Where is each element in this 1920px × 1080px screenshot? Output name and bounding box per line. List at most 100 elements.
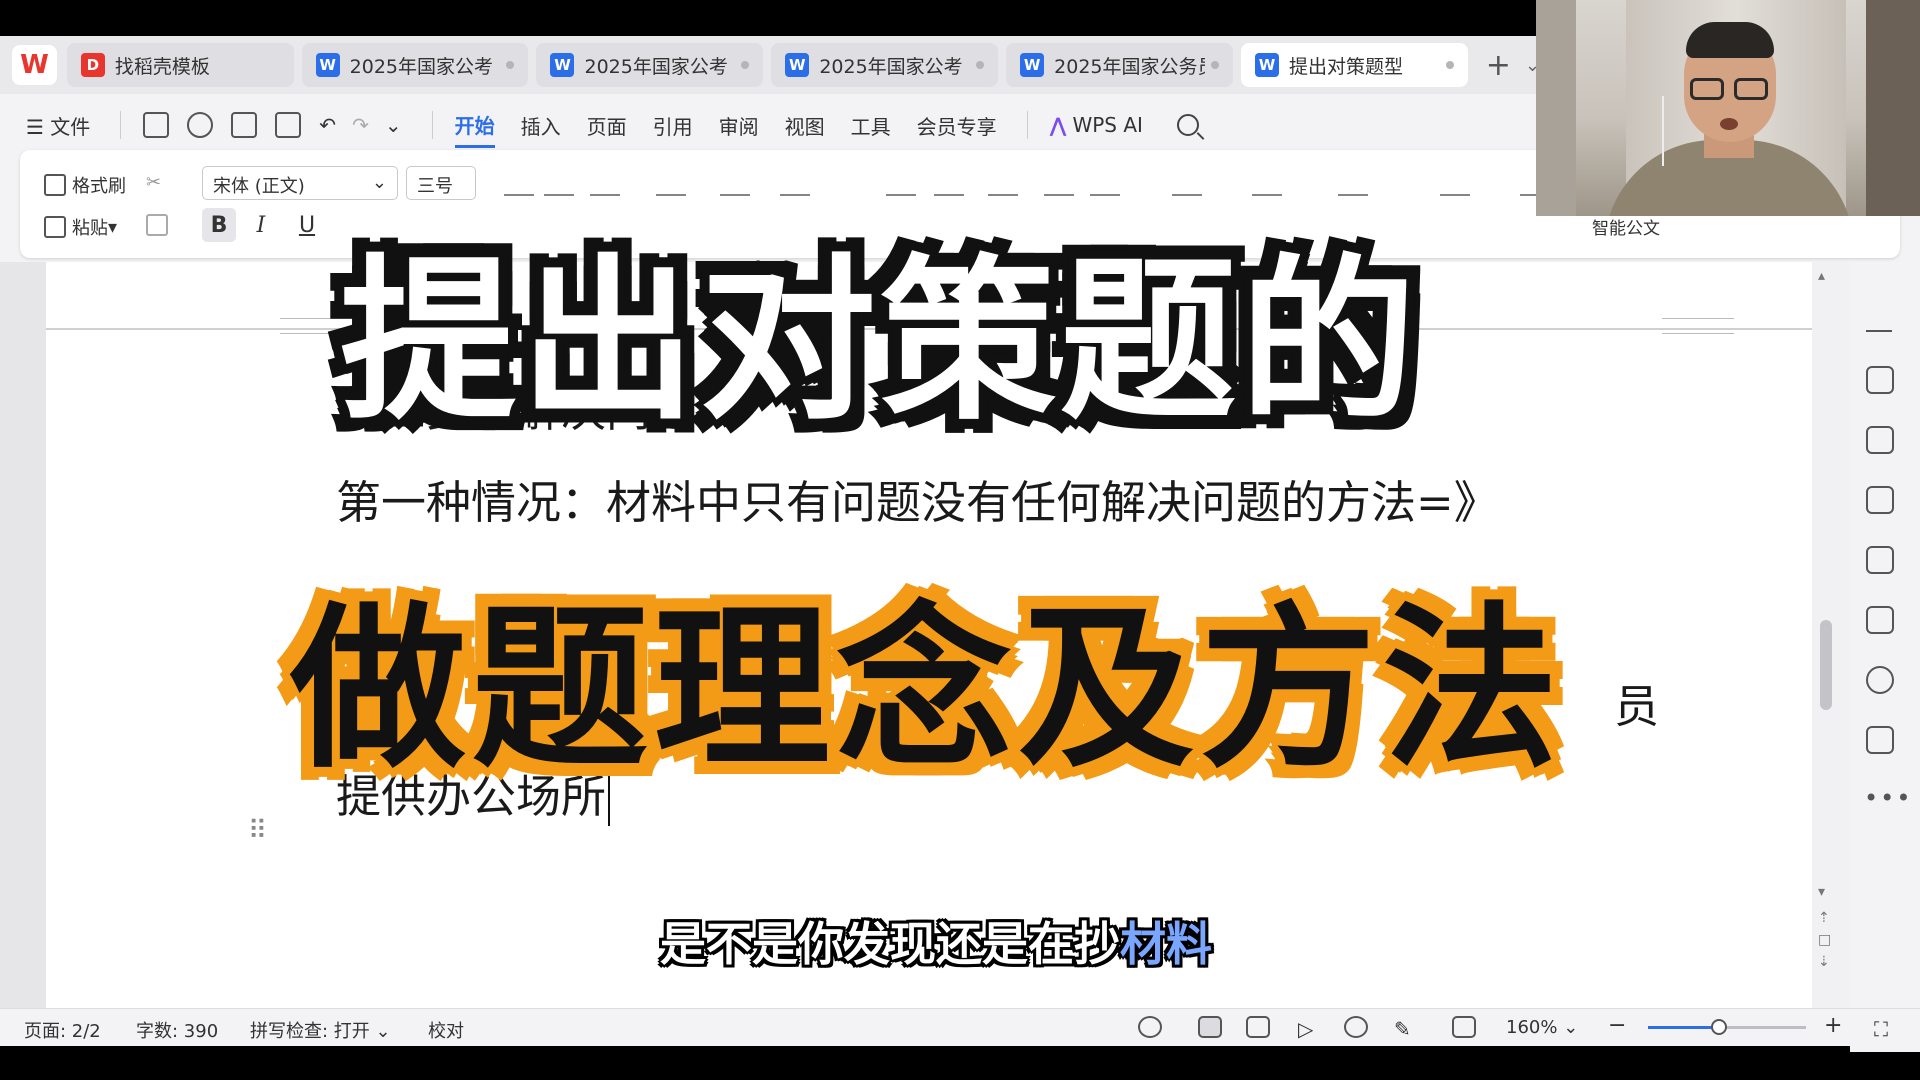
phonetic-guide-icon[interactable] bbox=[590, 170, 620, 196]
copy-icon-shape bbox=[146, 214, 168, 236]
fullscreen-icon[interactable]: ⛶ bbox=[1874, 1017, 1888, 1041]
menu-tab-page[interactable]: 页面 bbox=[587, 111, 627, 140]
settings-sliders-icon[interactable] bbox=[1866, 486, 1894, 514]
wps-ai-button[interactable]: ⋀ WPS AI bbox=[1050, 113, 1143, 137]
word-count[interactable]: 字数: 390 bbox=[136, 1017, 218, 1043]
zoom-level[interactable]: 160% ⌄ bbox=[1506, 1017, 1578, 1038]
spell-check-toggle[interactable]: 拼写检查: 打开 ⌄ bbox=[250, 1017, 391, 1043]
paragraph-drag-handle-icon[interactable]: ⠿ bbox=[248, 816, 267, 846]
status-bar: 页面: 2/2 字数: 390 拼写检查: 打开 ⌄ 校对 ▷ ✎ 160% ⌄… bbox=[0, 1008, 1920, 1046]
font-family-value: 宋体 (正文) bbox=[213, 176, 305, 197]
menu-tab-member[interactable]: 会员专享 bbox=[917, 111, 997, 140]
bold-button[interactable]: B bbox=[202, 208, 236, 242]
page-indicator[interactable]: 页面: 2/2 bbox=[24, 1017, 101, 1043]
zoom-slider-knob[interactable] bbox=[1711, 1019, 1728, 1035]
undo-icon[interactable]: ↶ bbox=[319, 113, 336, 137]
next-page-icon[interactable]: ⇣ bbox=[1818, 954, 1830, 970]
outline-view-icon[interactable] bbox=[1246, 1016, 1270, 1038]
tab-docer-templates[interactable]: D 找稻壳模板 bbox=[66, 43, 294, 87]
menu-tab-insert[interactable]: 插入 bbox=[521, 111, 561, 140]
subtitle-highlight: 材料 bbox=[1120, 917, 1212, 971]
zoom-in-icon[interactable]: + bbox=[1824, 1013, 1842, 1038]
overlay-title-top: 提出对策题的 bbox=[340, 239, 1421, 444]
zoom-out-icon[interactable]: − bbox=[1608, 1013, 1626, 1038]
menu-tab-tools[interactable]: 工具 bbox=[851, 111, 891, 140]
menu-tab-home[interactable]: 开始 bbox=[454, 110, 495, 148]
font-family-select[interactable]: 宋体 (正文) ⌄ bbox=[202, 166, 398, 200]
increase-font-icon[interactable] bbox=[504, 170, 534, 196]
overlay-title-bottom: 做题理念及方法 bbox=[290, 587, 1565, 792]
menu-tab-review[interactable]: 审阅 bbox=[719, 111, 759, 140]
select-pointer-icon[interactable] bbox=[1866, 426, 1894, 454]
ai-write-icon[interactable] bbox=[1866, 546, 1894, 574]
menu-tab-references[interactable]: 引用 bbox=[653, 111, 693, 140]
print-icon[interactable] bbox=[231, 112, 258, 138]
find-icon[interactable] bbox=[1338, 170, 1368, 196]
tab-document-4[interactable]: W 2025年国家公务员 bbox=[1006, 43, 1233, 87]
cut-icon[interactable]: ✂ bbox=[146, 172, 161, 193]
document-line-1[interactable]: 第一种情况：材料中只有问题没有任何解决问题的方法=》 bbox=[336, 466, 1499, 531]
quick-access-chevron-icon[interactable]: ⌄ bbox=[385, 113, 402, 137]
web-view-icon[interactable] bbox=[1344, 1016, 1368, 1038]
pen-mode-icon[interactable]: ✎ bbox=[1394, 1017, 1411, 1041]
new-tab-plus-icon[interactable]: + bbox=[1486, 48, 1511, 83]
copy-icon[interactable] bbox=[146, 214, 174, 236]
previous-page-icon[interactable]: ⇡ bbox=[1818, 910, 1830, 926]
document-line-partial[interactable]: 员 bbox=[1614, 670, 1659, 735]
tab-document-active[interactable]: W 提出对策题型 bbox=[1240, 43, 1468, 87]
presenter-hair bbox=[1686, 22, 1774, 58]
pen-edit-icon[interactable] bbox=[1866, 366, 1894, 394]
page-view-icon[interactable] bbox=[1198, 1016, 1222, 1038]
line-spacing-icon[interactable] bbox=[934, 170, 964, 196]
redo-icon[interactable]: ↷ bbox=[352, 113, 369, 137]
collapse-rail-icon[interactable] bbox=[1866, 330, 1892, 332]
file-menu[interactable]: ☰ 文件 bbox=[26, 111, 90, 140]
tab-document-3[interactable]: W 2025年国家公考 bbox=[771, 43, 999, 87]
italic-button[interactable]: I bbox=[244, 208, 278, 242]
tab-label: 2025年国家公务员 bbox=[1054, 55, 1205, 78]
proofread-button[interactable]: 校对 bbox=[428, 1017, 464, 1043]
skin-shirt-icon[interactable] bbox=[1866, 726, 1894, 754]
presenter-webcam bbox=[1536, 0, 1920, 216]
divider bbox=[1026, 111, 1028, 139]
unsaved-dot-icon bbox=[976, 61, 985, 69]
smart-doc-button[interactable]: 智能公文 bbox=[1592, 214, 1660, 239]
indent-icon[interactable] bbox=[886, 170, 916, 196]
unsaved-dot-icon bbox=[1445, 61, 1454, 69]
text-direction-icon[interactable] bbox=[1044, 170, 1074, 196]
wps-logo-icon[interactable]: W bbox=[12, 45, 57, 85]
save-icon[interactable] bbox=[143, 112, 170, 138]
clear-format-icon[interactable] bbox=[656, 170, 686, 196]
tab-label: 2025年国家公考 bbox=[349, 55, 494, 78]
tab-document-2[interactable]: W 2025年国家公考 bbox=[536, 43, 764, 87]
export-icon[interactable] bbox=[187, 112, 214, 138]
help-icon[interactable] bbox=[1866, 666, 1894, 694]
table-border-icon[interactable] bbox=[1090, 170, 1120, 196]
highlight-icon[interactable] bbox=[1252, 170, 1282, 196]
decrease-font-icon[interactable] bbox=[544, 170, 574, 196]
play-icon[interactable]: ▷ bbox=[1298, 1017, 1313, 1041]
numbered-list-icon[interactable] bbox=[780, 170, 810, 196]
more-options-icon[interactable]: ••• bbox=[1864, 784, 1912, 812]
scroll-down-icon[interactable]: ▾ bbox=[1818, 884, 1825, 900]
text-color-icon[interactable] bbox=[1172, 170, 1202, 196]
print-preview-icon[interactable] bbox=[275, 112, 302, 138]
document-tools-icon[interactable] bbox=[1440, 170, 1470, 196]
word-doc-icon: W bbox=[785, 53, 810, 77]
tab-document-1[interactable]: W 2025年国家公考 bbox=[301, 43, 529, 87]
format-painter-button[interactable]: 格式刷 bbox=[44, 172, 126, 198]
select-browse-object-icon[interactable]: □ bbox=[1818, 932, 1831, 948]
tools-icon[interactable] bbox=[1866, 606, 1894, 634]
eye-protection-icon[interactable] bbox=[1138, 1016, 1162, 1038]
presenter-mouth bbox=[1720, 118, 1738, 130]
font-size-select[interactable]: 三号 bbox=[406, 166, 476, 200]
paste-button[interactable]: 粘贴 ▾ bbox=[44, 214, 117, 240]
scroll-up-icon[interactable]: ▴ bbox=[1818, 268, 1825, 284]
fit-page-icon[interactable] bbox=[1452, 1016, 1476, 1038]
sort-icon[interactable] bbox=[988, 170, 1018, 196]
vertical-scroll-thumb[interactable] bbox=[1820, 620, 1832, 710]
search-icon[interactable] bbox=[1176, 114, 1199, 136]
menu-tab-view[interactable]: 视图 bbox=[785, 111, 825, 140]
bullet-list-icon[interactable] bbox=[720, 170, 750, 196]
underline-button[interactable]: U bbox=[290, 208, 324, 242]
